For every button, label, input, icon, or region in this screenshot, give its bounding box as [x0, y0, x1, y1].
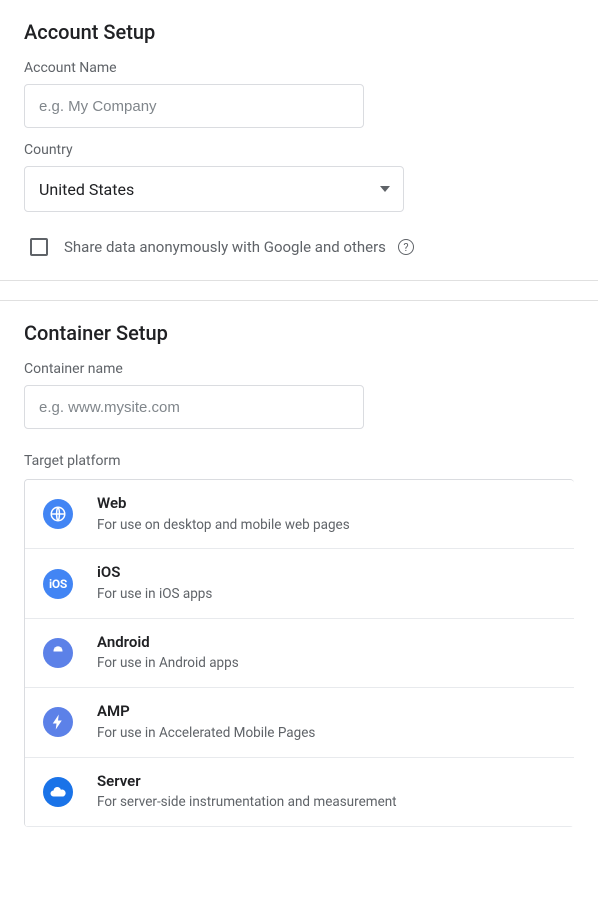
share-data-label: Share data anonymously with Google and o…	[64, 238, 386, 256]
account-name-input[interactable]	[24, 84, 364, 128]
platform-option-amp[interactable]: AMP For use in Accelerated Mobile Pages	[25, 688, 574, 757]
account-setup-section: Account Setup Account Name Country Unite…	[0, 0, 598, 280]
platform-title: Web	[97, 494, 350, 514]
account-setup-title: Account Setup	[24, 20, 574, 44]
section-divider	[0, 280, 598, 300]
share-data-checkbox-row[interactable]: Share data anonymously with Google and o…	[24, 238, 574, 256]
cloud-icon	[43, 777, 73, 807]
platform-title: iOS	[97, 563, 212, 583]
platform-desc: For use in Accelerated Mobile Pages	[97, 724, 315, 743]
android-icon	[43, 638, 73, 668]
platform-desc: For use on desktop and mobile web pages	[97, 516, 350, 535]
globe-icon	[43, 499, 73, 529]
container-setup-section: Container Setup Container name Target pl…	[0, 301, 598, 851]
target-platform-list: Web For use on desktop and mobile web pa…	[24, 479, 574, 827]
platform-option-ios[interactable]: iOS iOS For use in iOS apps	[25, 549, 574, 618]
checkbox-icon[interactable]	[30, 238, 48, 256]
country-value: United States	[39, 180, 134, 199]
lightning-icon	[43, 707, 73, 737]
country-label: Country	[24, 142, 574, 158]
platform-option-server[interactable]: Server For server-side instrumentation a…	[25, 758, 574, 827]
country-select[interactable]: United States	[24, 166, 404, 212]
account-name-label: Account Name	[24, 60, 574, 76]
chevron-down-icon	[380, 186, 390, 192]
container-name-label: Container name	[24, 361, 574, 377]
platform-option-web[interactable]: Web For use on desktop and mobile web pa…	[25, 480, 574, 549]
container-setup-title: Container Setup	[24, 321, 574, 345]
platform-desc: For use in iOS apps	[97, 585, 212, 604]
help-icon[interactable]: ?	[398, 239, 414, 255]
platform-title: Server	[97, 772, 397, 792]
container-name-input[interactable]	[24, 385, 364, 429]
ios-icon: iOS	[43, 569, 73, 599]
platform-desc: For use in Android apps	[97, 654, 239, 673]
platform-title: Android	[97, 633, 239, 653]
platform-title: AMP	[97, 702, 315, 722]
platform-desc: For server-side instrumentation and meas…	[97, 793, 397, 812]
platform-option-android[interactable]: Android For use in Android apps	[25, 619, 574, 688]
target-platform-label: Target platform	[24, 453, 574, 469]
